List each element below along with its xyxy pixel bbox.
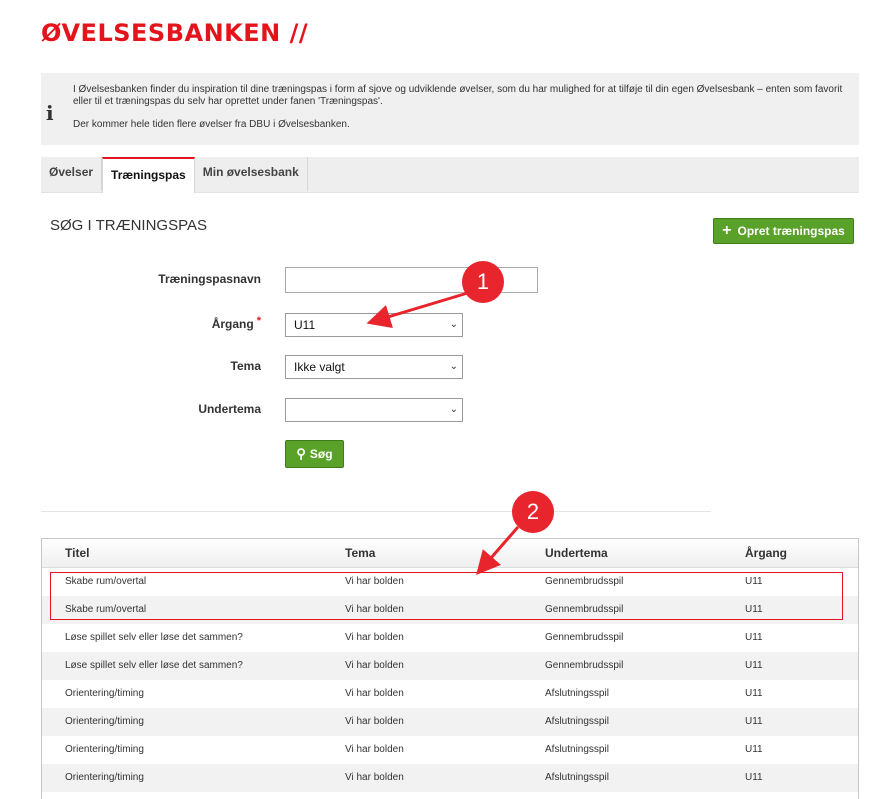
cell-undertema: Afslutningsspil	[545, 744, 609, 755]
cell-titel[interactable]: Løse spillet selv eller løse det sammen?	[65, 632, 243, 643]
cell-argang: U11	[745, 576, 763, 587]
column-header-argang[interactable]: Årgang	[745, 546, 787, 560]
column-header-undertema[interactable]: Undertema	[545, 546, 608, 560]
search-icon: ⚲	[296, 446, 306, 461]
cell-tema: Vi har bolden	[345, 604, 404, 615]
cell-argang: U11	[745, 744, 763, 755]
cell-undertema: Afslutningsspil	[545, 688, 609, 699]
chevron-down-icon: ⌄	[449, 319, 458, 330]
table-row[interactable]: Løse spillet selv eller løse det sammen?…	[42, 624, 858, 652]
cell-titel[interactable]: Orientering/timing	[65, 688, 144, 699]
argang-select-value: U11	[294, 318, 316, 332]
search-button[interactable]: ⚲ Søg	[285, 440, 344, 468]
table-row[interactable]: Orientering/timing Vi har bolden Afslutn…	[42, 708, 858, 736]
cell-argang: U11	[745, 632, 763, 643]
cell-undertema: Afslutningsspil	[545, 716, 609, 727]
info-paragraph: I Øvelsesbanken finder du inspiration ti…	[73, 84, 843, 107]
undertema-select[interactable]: ⌄	[285, 398, 463, 422]
cell-argang: U11	[745, 660, 763, 671]
cell-undertema: Gennembrudsspil	[545, 604, 624, 615]
cell-tema: Vi har bolden	[345, 688, 404, 699]
cell-tema: Vi har bolden	[345, 744, 404, 755]
cell-argang: U11	[745, 688, 763, 699]
table-row[interactable]: Orientering/timing Vi har bolden Afslutn…	[42, 680, 858, 708]
results-table: Titel Tema Undertema Årgang Skabe rum/ov…	[41, 538, 859, 799]
info-paragraph: Der kommer hele tiden flere øvelser fra …	[73, 119, 350, 130]
section-title: SØG I TRÆNINGSPAS	[50, 217, 207, 234]
info-box: i I Øvelsesbanken finder du inspiration …	[41, 73, 859, 145]
chevron-down-icon: ⌄	[449, 361, 458, 372]
tab-traeningspas[interactable]: Træningspas	[102, 157, 195, 193]
tab-ovelser[interactable]: Øvelser	[41, 157, 103, 191]
name-label: Træningspasnavn	[158, 272, 261, 286]
page-title: ØVELSESBANKEN //	[41, 19, 309, 47]
required-marker: *	[256, 315, 261, 327]
argang-label-wrap: Årgang *	[111, 315, 261, 331]
cell-titel[interactable]: Skabe rum/overtal	[65, 604, 146, 615]
table-row[interactable]: Orientering/timing Vi har bolden Afslutn…	[42, 736, 858, 764]
annotation-badge-2: 2	[512, 491, 554, 533]
cell-argang: U11	[745, 716, 763, 727]
cell-tema: Vi har bolden	[345, 772, 404, 783]
info-text: I Øvelsesbanken finder du inspiration ti…	[73, 84, 853, 131]
cell-tema: Vi har bolden	[345, 660, 404, 671]
table-row[interactable]: Løse spillet selv eller løse det sammen?…	[42, 652, 858, 680]
table-row[interactable]: Skabe rum/overtal Vi har bolden Gennembr…	[42, 568, 858, 596]
tema-select[interactable]: Ikke valgt ⌄	[285, 355, 463, 379]
cell-titel[interactable]: Løse spillet selv eller løse det sammen?	[65, 660, 243, 671]
column-header-tema[interactable]: Tema	[345, 546, 375, 560]
argang-label: Årgang	[211, 317, 254, 331]
table-row[interactable]: Orientering/timing Vi har bolden Afslutn…	[42, 764, 858, 792]
tab-bar: Øvelser Træningspas Min øvelsesbank	[41, 157, 859, 193]
create-button-label: Opret træningspas	[737, 224, 845, 238]
cell-titel[interactable]: Orientering/timing	[65, 744, 144, 755]
tema-label: Tema	[230, 359, 261, 373]
cell-tema: Vi har bolden	[345, 716, 404, 727]
search-button-label: Søg	[309, 447, 333, 461]
chevron-down-icon: ⌄	[449, 404, 458, 415]
divider	[41, 511, 711, 512]
cell-undertema: Gennembrudsspil	[545, 660, 624, 671]
cell-undertema: Afslutningsspil	[545, 772, 609, 783]
cell-titel[interactable]: Skabe rum/overtal	[65, 576, 146, 587]
argang-select[interactable]: U11 ⌄	[285, 313, 463, 337]
cell-tema: Vi har bolden	[345, 632, 404, 643]
tab-min-ovelsesbank[interactable]: Min øvelsesbank	[195, 157, 308, 191]
cell-argang: U11	[745, 604, 763, 615]
cell-titel[interactable]: Orientering/timing	[65, 716, 144, 727]
undertema-label: Undertema	[198, 402, 261, 416]
cell-tema: Vi har bolden	[345, 576, 404, 587]
tema-select-value: Ikke valgt	[294, 360, 345, 374]
cell-argang: U11	[745, 772, 763, 783]
annotation-badge-1: 1	[462, 261, 504, 303]
cell-undertema: Gennembrudsspil	[545, 576, 624, 587]
table-row[interactable]: Skabe rum/overtal Vi har bolden Gennembr…	[42, 596, 858, 624]
cell-undertema: Gennembrudsspil	[545, 632, 624, 643]
column-header-titel[interactable]: Titel	[65, 546, 89, 560]
table-header: Titel Tema Undertema Årgang	[42, 539, 858, 568]
cell-titel[interactable]: Orientering/timing	[65, 772, 144, 783]
info-icon: i	[46, 101, 54, 125]
create-traeningspas-button[interactable]: + Opret træningspas	[713, 218, 854, 244]
plus-icon: +	[722, 222, 732, 239]
